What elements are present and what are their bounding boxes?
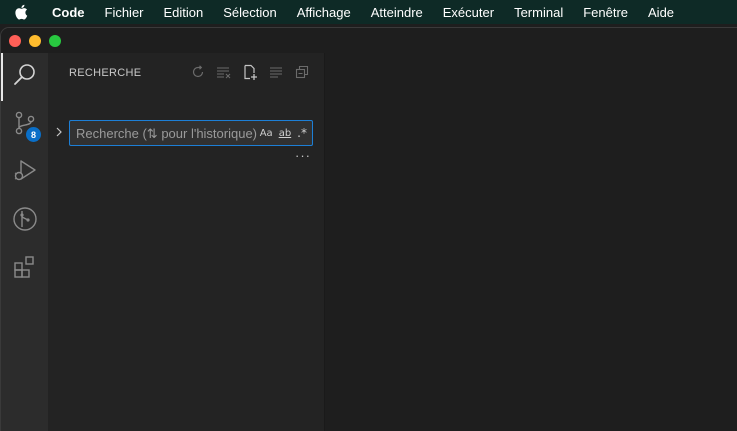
menu-affichage[interactable]: Affichage (297, 5, 351, 20)
maximize-window-button[interactable] (49, 35, 61, 47)
run-debug-icon (12, 158, 38, 189)
view-as-tree-icon[interactable] (267, 63, 285, 81)
menu-fichier[interactable]: Fichier (105, 5, 144, 20)
close-window-button[interactable] (9, 35, 21, 47)
match-whole-word-toggle[interactable]: ab (279, 128, 291, 139)
clear-results-icon[interactable] (215, 63, 233, 81)
activity-git-graph[interactable] (1, 197, 49, 245)
activity-bar: 8 (1, 53, 49, 431)
source-control-badge: 8 (26, 127, 41, 142)
search-sidebar: RECHERCHE Aa ab .* ··· (49, 53, 325, 431)
sidebar-title: RECHERCHE (69, 67, 142, 79)
toggle-search-details-button[interactable]: ··· (295, 148, 311, 163)
menu-atteindre[interactable]: Atteindre (371, 5, 423, 20)
toggle-replace-chevron-icon[interactable] (55, 125, 65, 137)
activity-source-control[interactable]: 8 (1, 101, 49, 149)
editor-area[interactable] (325, 53, 737, 431)
menu-bar: Code Fichier Edition Sélection Affichage… (0, 0, 737, 24)
extensions-icon (12, 254, 38, 285)
search-input[interactable] (70, 121, 260, 145)
search-box: Aa ab .* (69, 120, 313, 146)
git-graph-icon (12, 206, 38, 237)
refresh-icon[interactable] (189, 63, 207, 81)
apple-logo-icon[interactable] (14, 4, 34, 20)
menu-edition[interactable]: Edition (164, 5, 204, 20)
use-regex-toggle[interactable]: .* (297, 126, 307, 140)
menu-aide[interactable]: Aide (648, 5, 674, 20)
activity-run-debug[interactable] (1, 149, 49, 197)
menu-executer[interactable]: Exécuter (443, 5, 494, 20)
collapse-all-icon[interactable] (293, 63, 311, 81)
menu-terminal[interactable]: Terminal (514, 5, 563, 20)
vscode-window: 8 RECHERCHE Recherche (⇅ pour l'historiq… (0, 27, 737, 431)
minimize-window-button[interactable] (29, 35, 41, 47)
match-case-toggle[interactable]: Aa (260, 128, 273, 139)
search-icon (12, 62, 38, 93)
activity-search[interactable] (1, 53, 49, 101)
menu-code[interactable]: Code (52, 5, 85, 20)
menu-fenetre[interactable]: Fenêtre (583, 5, 628, 20)
title-bar (1, 28, 737, 53)
new-search-editor-icon[interactable] (241, 63, 259, 81)
activity-extensions[interactable] (1, 245, 49, 293)
menu-selection[interactable]: Sélection (223, 5, 276, 20)
